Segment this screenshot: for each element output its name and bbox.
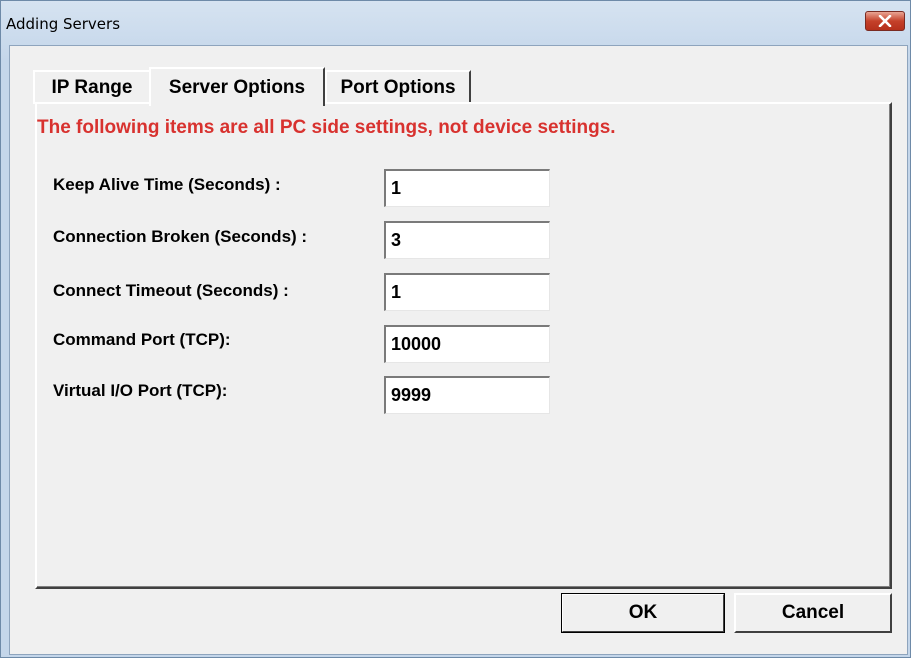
tab-port-options[interactable]: Port Options xyxy=(325,70,471,104)
tab-ip-range[interactable]: IP Range xyxy=(33,70,151,104)
keep-alive-label: Keep Alive Time (Seconds) : xyxy=(53,175,281,194)
ok-button[interactable]: OK xyxy=(561,593,725,633)
command-port-label: Command Port (TCP): xyxy=(53,330,231,349)
keep-alive-input[interactable] xyxy=(384,169,550,207)
command-port-input[interactable] xyxy=(384,325,550,363)
tab-server-options[interactable]: Server Options xyxy=(149,67,325,106)
pc-side-settings-note: The following items are all PC side sett… xyxy=(37,117,616,138)
ok-button-label: OK xyxy=(628,602,658,623)
cancel-button[interactable]: Cancel xyxy=(734,593,892,633)
title-bar[interactable]: Adding Servers xyxy=(1,1,910,45)
cancel-button-label: Cancel xyxy=(781,602,845,623)
dialog-window: Adding Servers IP Range Server Options P… xyxy=(0,0,911,658)
dialog-client-area: IP Range Server Options Port Options The… xyxy=(9,45,908,655)
tab-server-options-label: Server Options xyxy=(168,76,306,98)
window-title: Adding Servers xyxy=(6,15,121,33)
virtual-io-port-input[interactable] xyxy=(384,376,550,414)
close-button[interactable] xyxy=(865,11,905,31)
connect-timeout-input[interactable] xyxy=(384,273,550,311)
tab-port-options-label: Port Options xyxy=(340,77,456,98)
connection-broken-label: Connection Broken (Seconds) : xyxy=(53,227,308,246)
tab-ip-range-label: IP Range xyxy=(51,77,133,98)
tab-strip: IP Range Server Options Port Options xyxy=(10,46,907,106)
close-x-icon xyxy=(878,15,892,27)
connection-broken-input[interactable] xyxy=(384,221,550,259)
connect-timeout-label: Connect Timeout (Seconds) : xyxy=(53,281,289,300)
virtual-io-port-label: Virtual I/O Port (TCP): xyxy=(53,381,228,400)
